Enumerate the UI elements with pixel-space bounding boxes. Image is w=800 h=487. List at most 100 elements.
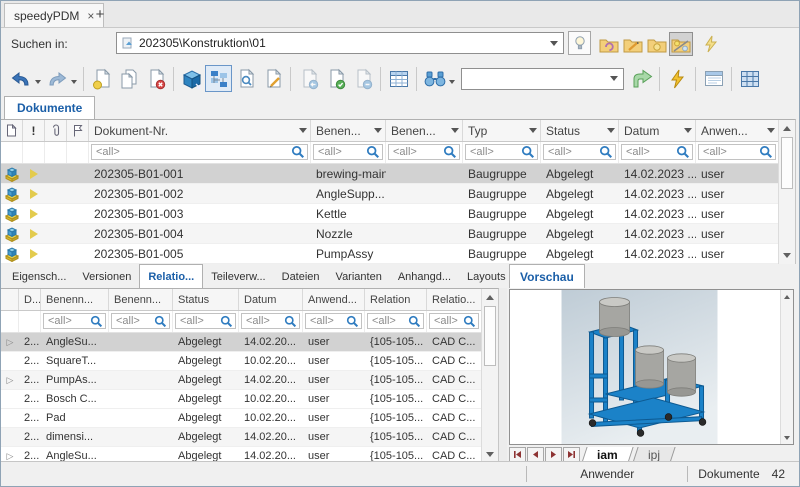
filter-typ[interactable]: <all> — [465, 144, 538, 160]
filter-status[interactable]: <all> — [543, 144, 616, 160]
column-benennung2[interactable]: Benenn... — [109, 289, 173, 310]
find-button[interactable] — [421, 65, 448, 92]
filter-datum[interactable]: <all> — [241, 313, 300, 329]
quicksearch-combobox[interactable] — [461, 68, 624, 90]
scrollbar-thumb[interactable] — [781, 137, 793, 189]
preview-document-button[interactable] — [232, 65, 259, 92]
scroll-up-icon[interactable] — [482, 289, 498, 305]
column-status[interactable]: Status — [173, 289, 239, 310]
filter-anwender[interactable]: <all> — [698, 144, 776, 160]
pane-splitter[interactable] — [499, 288, 507, 463]
redo-dropdown-icon[interactable] — [71, 80, 77, 87]
tab-layouts[interactable]: Layouts — [459, 266, 514, 288]
documents-table-scrollbar[interactable] — [778, 120, 795, 264]
undo-dropdown-icon[interactable] — [35, 80, 41, 87]
folder-history-button[interactable] — [597, 32, 621, 56]
table-row[interactable]: 202305-B01-002 AngleSupp... Baugruppe Ab… — [1, 184, 778, 204]
tab-dateien[interactable]: Dateien — [274, 266, 328, 288]
scrollbar-thumb[interactable] — [484, 306, 496, 366]
chevron-down-icon[interactable] — [545, 33, 563, 53]
filter-status[interactable]: <all> — [175, 313, 236, 329]
chevron-down-icon[interactable] — [605, 69, 623, 89]
priority-column[interactable]: ! — [23, 120, 45, 141]
search-path-combobox[interactable]: 202305\Konstruktion\01 — [116, 32, 564, 54]
tab-anhangdokumente[interactable]: Anhangd... — [390, 266, 459, 288]
table-row[interactable]: 2... SquareT... Abgelegt 10.02.20... use… — [1, 352, 481, 371]
column-benennung2[interactable]: Benen... — [386, 120, 463, 141]
scroll-down-icon[interactable] — [779, 248, 795, 264]
scroll-up-icon[interactable] — [781, 290, 793, 303]
flash-button[interactable] — [664, 65, 691, 92]
column-benennung1[interactable]: Benenn... — [41, 289, 109, 310]
table-row[interactable]: ▷ 2... PumpAs... Abgelegt 14.02.20... us… — [1, 371, 481, 390]
first-page-button[interactable] — [509, 447, 526, 462]
expand-triangle-icon[interactable]: ▷ — [7, 371, 14, 390]
grid-button[interactable] — [736, 65, 763, 92]
checkin-document-button[interactable] — [322, 65, 349, 92]
table-row[interactable]: 202305-B01-003 Kettle Baugruppe Abgelegt… — [1, 204, 778, 224]
tab-vorschau[interactable]: Vorschau — [509, 264, 585, 288]
filter-anwender[interactable]: <all> — [305, 313, 362, 329]
redo-button[interactable] — [43, 65, 70, 92]
filter-benennung1[interactable]: <all> — [313, 144, 383, 160]
filter-benennung2[interactable]: <all> — [111, 313, 170, 329]
table-button[interactable] — [385, 65, 412, 92]
scroll-up-icon[interactable] — [779, 120, 795, 136]
table-row[interactable]: 2... Pad Abgelegt 10.02.20... user {105-… — [1, 409, 481, 428]
relations-table-scrollbar[interactable] — [481, 289, 498, 463]
preview-scrollbar[interactable] — [780, 290, 793, 444]
folder-search-button[interactable] — [645, 32, 669, 56]
flag-column[interactable] — [67, 120, 89, 141]
prev-page-button[interactable] — [527, 447, 544, 462]
tab-varianten[interactable]: Varianten — [328, 266, 390, 288]
tab-versionen[interactable]: Versionen — [74, 266, 139, 288]
column-benennung1[interactable]: Benen... — [311, 120, 386, 141]
column-datum[interactable]: Datum — [619, 120, 696, 141]
column-typ[interactable]: Typ — [463, 120, 541, 141]
filter-datum[interactable]: <all> — [621, 144, 693, 160]
bulb-button[interactable] — [568, 31, 591, 55]
undo-checkout-button[interactable] — [349, 65, 376, 92]
structure-view-button[interactable] — [205, 65, 232, 92]
table-row[interactable]: 202305-B01-004 Nozzle Baugruppe Abgelegt… — [1, 224, 778, 244]
filter-benennung2[interactable]: <all> — [388, 144, 460, 160]
next-page-button[interactable] — [545, 447, 562, 462]
copy-document-button[interactable] — [115, 65, 142, 92]
table-row[interactable]: 2... Bosch C... Abgelegt 10.02.20... use… — [1, 390, 481, 409]
table-row[interactable]: ▷ 2... AngleSu... Abgelegt 14.02.20... u… — [1, 333, 481, 352]
undo-button[interactable] — [7, 65, 34, 92]
last-page-button[interactable] — [563, 447, 580, 462]
new-document-button[interactable] — [88, 65, 115, 92]
column-datum[interactable]: Datum — [239, 289, 303, 310]
filter-benennung1[interactable]: <all> — [43, 313, 106, 329]
attachment-column[interactable] — [45, 120, 67, 141]
table-row[interactable]: 2... dimensi... Abgelegt 14.02.20... use… — [1, 428, 481, 447]
edit-document-button[interactable] — [259, 65, 286, 92]
search-flash-button[interactable] — [699, 32, 723, 56]
expand-triangle-icon[interactable]: ▷ — [7, 333, 14, 352]
scroll-down-icon[interactable] — [781, 431, 793, 444]
find-dropdown-icon[interactable] — [449, 80, 455, 87]
new-tab-button[interactable]: + — [89, 4, 111, 25]
filter-relation[interactable]: <all> — [367, 313, 424, 329]
checkout-document-button[interactable] — [295, 65, 322, 92]
column-relation2[interactable]: Relatio... — [427, 289, 481, 310]
filter-dokument-nr[interactable]: <all> — [91, 144, 308, 160]
table-row[interactable]: 202305-B01-001 brewing-main Baugruppe Ab… — [1, 164, 778, 184]
tab-relationen[interactable]: Relatio... — [139, 264, 203, 288]
column-anwender[interactable]: Anwen... — [696, 120, 778, 141]
column-relation[interactable]: Relation — [365, 289, 427, 310]
delete-document-button[interactable] — [142, 65, 169, 92]
column-anwender[interactable]: Anwend... — [303, 289, 365, 310]
tab-eigenschaften[interactable]: Eigensch... — [4, 266, 74, 288]
column-dokument-nr[interactable]: Dokument-Nr. — [89, 120, 311, 141]
folder-lamp-button[interactable] — [669, 32, 693, 56]
document-type-column[interactable] — [1, 120, 23, 141]
folder-edit-button[interactable] — [621, 32, 645, 56]
cad-model-button[interactable] — [178, 65, 205, 92]
filter-relation2[interactable]: <all> — [429, 313, 479, 329]
table-row[interactable]: 202305-B01-005 PumpAssy Baugruppe Abgele… — [1, 244, 778, 264]
tab-teileverwendung[interactable]: Teileverw... — [203, 266, 273, 288]
column-dokument[interactable]: D... — [19, 289, 41, 310]
tab-dokumente[interactable]: Dokumente — [4, 96, 95, 119]
